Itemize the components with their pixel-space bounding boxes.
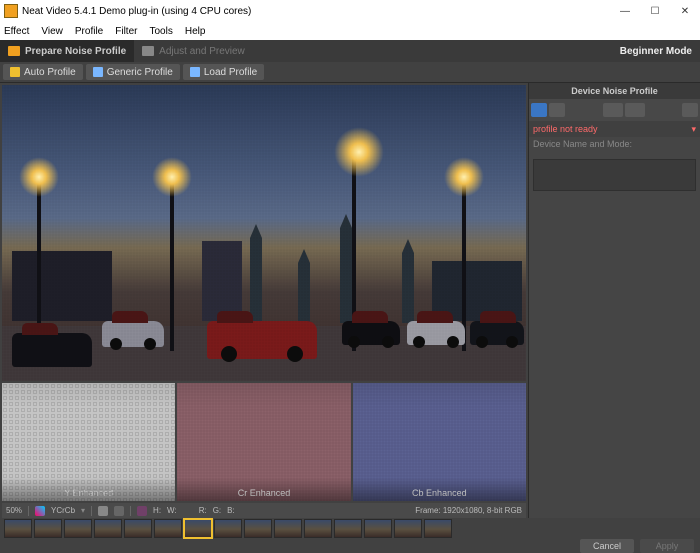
panel-opt-2[interactable] [625,103,645,117]
frame-thumb[interactable] [394,519,422,538]
title-bar: Neat Video 5.4.1 Demo plug-in (using 4 C… [0,0,700,22]
frame-thumb[interactable] [154,519,182,538]
mode-tabs: Prepare Noise Profile Adjust and Preview… [0,40,700,62]
frame-thumb[interactable] [184,519,212,538]
dialog-buttons: Cancel Apply [0,538,700,553]
swatch-icon [137,506,147,516]
profile-status-text: profile not ready [533,124,598,134]
device-label: Device Name and Mode: [529,137,700,157]
frame-thumb[interactable] [304,519,332,538]
frame-thumb[interactable] [364,519,392,538]
frame-thumb[interactable] [244,519,272,538]
colorspace-icon[interactable] [35,506,45,516]
menu-tools[interactable]: Tools [149,26,172,37]
profile-status-row[interactable]: profile not ready ▾ [529,121,700,137]
cb-channel-preview[interactable]: Cb Enhanced [353,383,526,501]
channel-previews: Y Enhanced Cr Enhanced Cb Enhanced [2,383,526,501]
frame-thumb[interactable] [424,519,452,538]
tab-prepare-profile[interactable]: Prepare Noise Profile [0,40,134,62]
panel-opt-1[interactable] [603,103,623,117]
readout-w: W: [167,506,177,515]
menu-view[interactable]: View [41,26,63,37]
menu-bar: Effect View Profile Filter Tools Help [0,22,700,40]
frame-thumb[interactable] [64,519,92,538]
panel-menu-button[interactable] [682,103,698,117]
status-bar: 50% YCrCb ▾ H: W: R: G: B: Frame: 1920x1… [2,503,526,518]
readout-h: H: [153,506,161,515]
side-panel: Device Noise Profile profile not ready ▾… [528,83,700,518]
readout-r: R: [199,506,207,515]
tab-adjust-preview[interactable]: Adjust and Preview [134,40,253,62]
generic-profile-button[interactable]: Generic Profile [86,64,180,80]
frame-info: Frame: 1920x1080, 8-bit RGB [415,506,522,515]
frame-thumb[interactable] [274,519,302,538]
panel-title: Device Noise Profile [529,83,700,99]
window-title: Neat Video 5.4.1 Demo plug-in (using 4 C… [22,6,610,17]
app-logo-icon [4,4,18,18]
load-profile-button[interactable]: Load Profile [183,64,264,80]
cr-channel-preview[interactable]: Cr Enhanced [177,383,350,501]
device-info-box [533,159,696,191]
frame-thumb[interactable] [34,519,62,538]
load-icon [190,67,200,77]
load-profile-label: Load Profile [204,67,257,78]
menu-filter[interactable]: Filter [115,26,137,37]
frame-thumb[interactable] [334,519,362,538]
frame-thumb[interactable] [124,519,152,538]
frame-thumb[interactable] [214,519,242,538]
maximize-button[interactable]: ☐ [640,1,670,21]
profile-toolbar: Auto Profile Generic Profile Load Profil… [0,62,700,83]
apply-button[interactable]: Apply [640,539,694,553]
frame-thumb[interactable] [4,519,32,538]
dropdown-icon[interactable]: ▾ [691,124,696,135]
frame-thumb[interactable] [94,519,122,538]
panel-tab-b[interactable] [549,103,565,117]
panel-toolbar [529,99,700,121]
cancel-button[interactable]: Cancel [580,539,634,553]
frame-thumbnails [0,518,700,538]
mode-toggle[interactable]: Beginner Mode [620,46,692,57]
close-button[interactable]: ✕ [670,1,700,21]
y-channel-preview[interactable]: Y Enhanced [2,383,175,501]
tab-prepare-label: Prepare Noise Profile [25,46,126,57]
tool-b-icon[interactable] [114,506,124,516]
generic-profile-label: Generic Profile [107,67,173,78]
readout-g: G: [213,506,221,515]
main-preview[interactable] [2,85,526,381]
colorspace-label[interactable]: YCrCb [51,506,75,515]
doc-icon [93,67,103,77]
panel-tab-a[interactable] [531,103,547,117]
tab-adjust-label: Adjust and Preview [159,46,245,57]
readout-b: B: [227,506,235,515]
menu-help[interactable]: Help [185,26,206,37]
tool-a-icon[interactable] [98,506,108,516]
profile-tab-icon [8,46,20,56]
minimize-button[interactable]: — [610,1,640,21]
menu-effect[interactable]: Effect [4,26,29,37]
menu-profile[interactable]: Profile [75,26,103,37]
auto-profile-button[interactable]: Auto Profile [3,64,83,80]
preview-area: Y Enhanced Cr Enhanced Cb Enhanced 50% Y… [0,83,528,518]
footer: Cancel Apply [0,518,700,553]
auto-profile-label: Auto Profile [24,67,76,78]
zoom-level[interactable]: 50% [6,506,22,515]
adjust-tab-icon [142,46,154,56]
bolt-icon [10,67,20,77]
workspace: Y Enhanced Cr Enhanced Cb Enhanced 50% Y… [0,83,700,518]
noise-overlay [2,85,526,381]
